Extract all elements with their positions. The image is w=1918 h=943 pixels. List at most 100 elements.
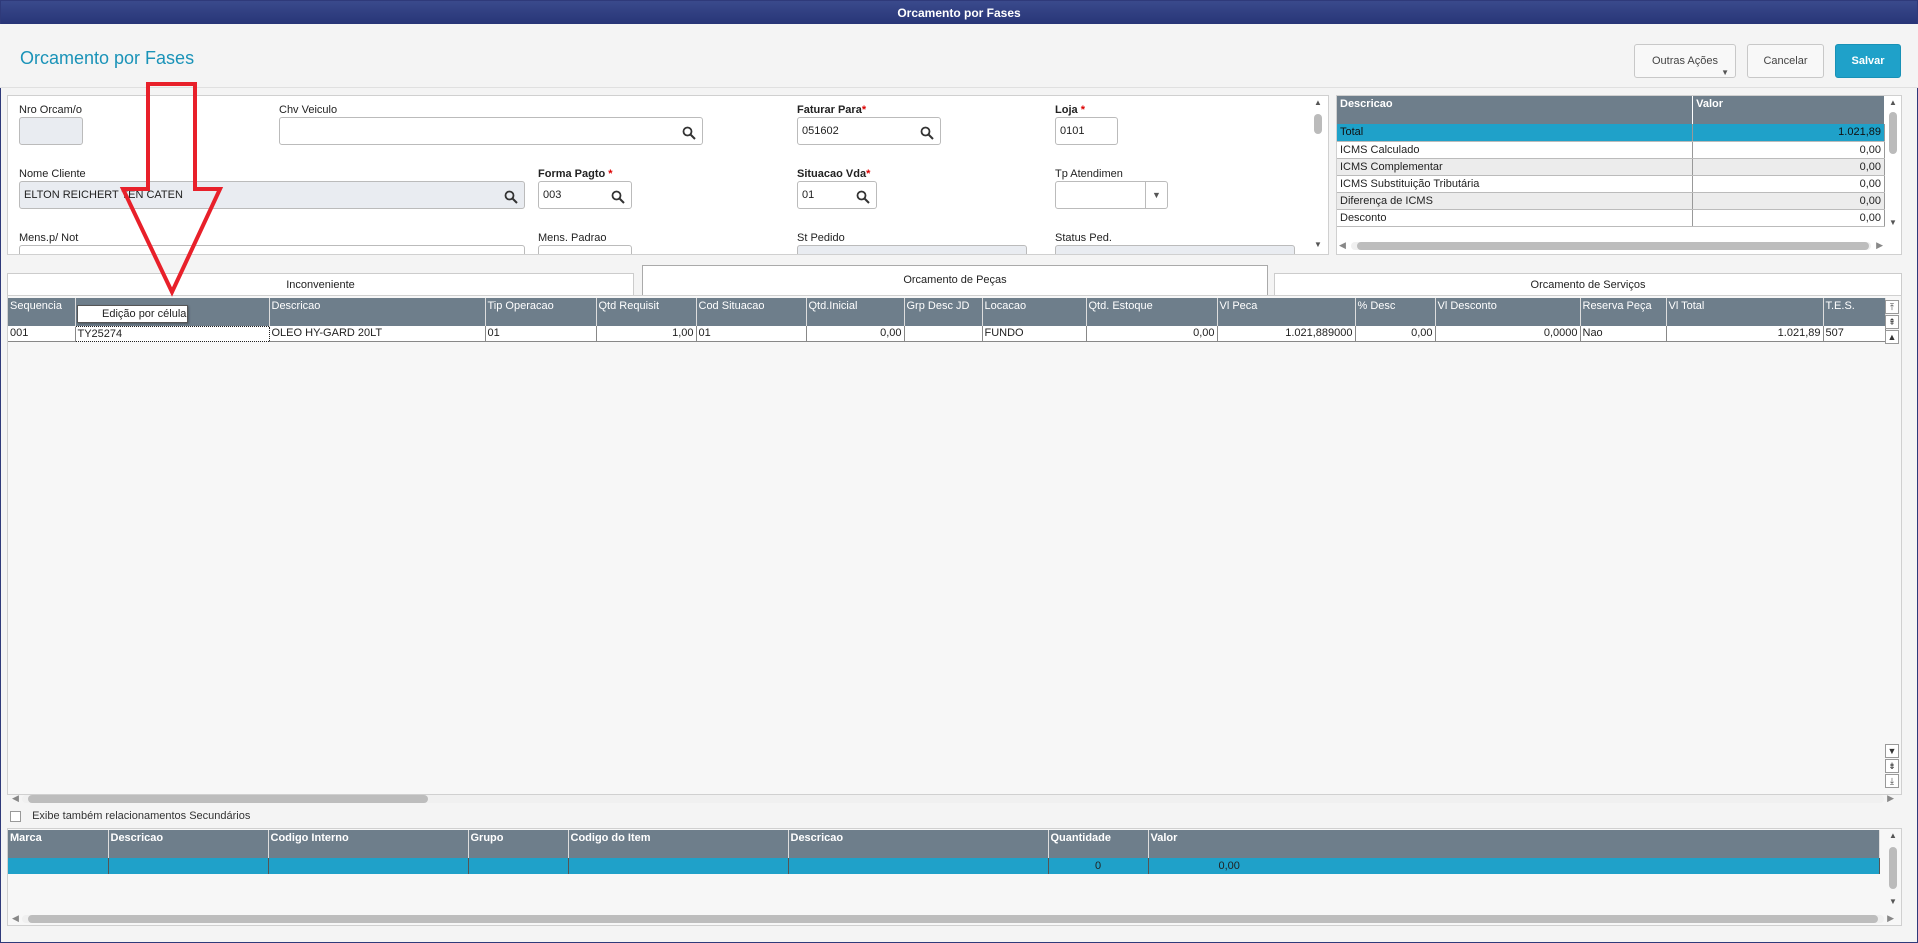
search-icon[interactable]	[611, 188, 625, 204]
search-icon[interactable]	[504, 188, 518, 204]
totals-hscrollbar[interactable]: ◀ ▶	[1337, 240, 1885, 252]
search-icon[interactable]	[920, 124, 934, 140]
col-grp-desc-jd[interactable]: Grp Desc JD	[904, 298, 983, 326]
scroll-right-icon[interactable]: ▶	[1876, 240, 1883, 251]
page-up-icon[interactable]: ⇞	[1885, 315, 1899, 329]
cell-descricao[interactable]: OLEO HY-GARD 20LT	[269, 326, 486, 342]
col-codigo-item[interactable]: Codigo do Item	[568, 830, 789, 858]
cell-grp-desc-jd[interactable]	[904, 326, 983, 342]
last-record-icon[interactable]: ⤓	[1885, 774, 1899, 788]
col-valor[interactable]: Valor	[1148, 830, 1880, 858]
scroll-left-icon[interactable]: ◀	[12, 793, 19, 804]
cell-tip-operacao[interactable]: 01	[485, 326, 597, 342]
scroll-thumb[interactable]	[1357, 242, 1869, 250]
checkbox[interactable]	[10, 810, 21, 822]
col-qtd-estoque[interactable]: Qtd. Estoque	[1086, 298, 1218, 326]
table-row[interactable]: ICMS Complementar 0,00	[1337, 158, 1885, 176]
cell-marca[interactable]	[8, 858, 109, 874]
scroll-left-icon[interactable]: ◀	[1339, 240, 1346, 251]
status-ped-field[interactable]	[1055, 245, 1295, 254]
scroll-left-icon[interactable]: ◀	[12, 913, 19, 924]
scroll-right-icon[interactable]: ▶	[1887, 793, 1894, 804]
col-vl-peca[interactable]: Vl Peca	[1217, 298, 1356, 326]
col-sequencia[interactable]: Sequencia	[8, 298, 76, 326]
cell-quantidade[interactable]: 0	[1048, 858, 1149, 874]
cell-desc-percent[interactable]: 0,00	[1355, 326, 1436, 342]
cell-tes[interactable]: 507	[1823, 326, 1886, 342]
table-row[interactable]: Diferença de ICMS 0,00	[1337, 192, 1885, 210]
cell-descricao[interactable]	[108, 858, 269, 874]
tab-inconveniente[interactable]: Inconveniente	[7, 273, 634, 295]
table-row[interactable]: 001 TY25274 OLEO HY-GARD 20LT 01 1,00 01…	[8, 325, 1886, 342]
loja-field[interactable]: 0101	[1055, 117, 1118, 145]
other-actions-button[interactable]: Outras Ações ▼	[1634, 44, 1736, 78]
mens-padrao-field[interactable]	[538, 245, 632, 254]
totals-header-descricao[interactable]: Descricao	[1337, 96, 1694, 124]
scroll-down-icon[interactable]: ▼	[1887, 897, 1899, 906]
cell-locacao[interactable]: FUNDO	[982, 326, 1087, 342]
form-scrollbar-thumb[interactable]	[1314, 114, 1322, 134]
col-qtd-requisit[interactable]: Qtd Requisit	[596, 298, 697, 326]
first-record-icon[interactable]: ⤒	[1885, 300, 1899, 314]
col-locacao[interactable]: Locacao	[982, 298, 1087, 326]
col-quantidade[interactable]: Quantidade	[1048, 830, 1149, 858]
search-icon[interactable]	[682, 124, 696, 140]
chv-veiculo-field[interactable]	[279, 117, 703, 145]
cell-codigo[interactable]: TY25274	[74, 325, 270, 342]
scroll-up-icon[interactable]: ▲	[1887, 98, 1899, 107]
cell-vl-desconto[interactable]: 0,0000	[1435, 326, 1581, 342]
scroll-thumb[interactable]	[28, 795, 428, 803]
table-row[interactable]: Desconto 0,00	[1337, 209, 1885, 227]
page-down-icon[interactable]: ⇟	[1885, 759, 1899, 773]
table-row[interactable]: ICMS Substituição Tributária 0,00	[1337, 175, 1885, 193]
secondary-relations-check[interactable]: Exibe também relacionamentos Secundários	[10, 810, 250, 826]
situacao-vda-field[interactable]: 01	[797, 181, 877, 209]
cell-sequencia[interactable]: 001	[8, 326, 76, 342]
nro-orcamento-field[interactable]	[19, 117, 83, 145]
totals-header-valor[interactable]: Valor	[1692, 96, 1885, 124]
cell-qtd-inicial[interactable]: 0,00	[806, 326, 905, 342]
scroll-up-icon[interactable]: ▲	[1887, 831, 1899, 840]
col-codigo-interno[interactable]: Codigo Interno	[268, 830, 469, 858]
related-scrollbar-thumb[interactable]	[1889, 847, 1897, 889]
col-desc-percent[interactable]: % Desc	[1355, 298, 1436, 326]
col-descricao[interactable]: Descricao	[269, 298, 486, 326]
cell-cod-situacao[interactable]: 01	[696, 326, 807, 342]
col-grupo[interactable]: Grupo	[468, 830, 569, 858]
col-descricao[interactable]: Descricao	[108, 830, 269, 858]
down-icon[interactable]: ▼	[1885, 744, 1899, 758]
tab-orcamento-pecas[interactable]: Orcamento de Peças	[642, 265, 1268, 295]
cell-grupo[interactable]	[468, 858, 569, 874]
scroll-thumb[interactable]	[28, 915, 1878, 923]
scroll-right-icon[interactable]: ▶	[1887, 913, 1894, 924]
tp-atendimen-select[interactable]: ▼	[1055, 181, 1168, 209]
col-reserva-peca[interactable]: Reserva Peça	[1580, 298, 1667, 326]
col-tes[interactable]: T.E.S.	[1823, 298, 1886, 326]
up-icon[interactable]: ▲	[1885, 330, 1899, 344]
cell-reserva-peca[interactable]: Nao	[1580, 326, 1667, 342]
cell-vl-peca[interactable]: 1.021,889000	[1217, 326, 1356, 342]
st-pedido-field[interactable]	[797, 245, 1027, 254]
save-button[interactable]: Salvar	[1835, 44, 1901, 78]
cell-codigo-item[interactable]	[568, 858, 789, 874]
table-row[interactable]: Total 1.021,89	[1337, 124, 1885, 142]
cell-vl-total[interactable]: 1.021,89	[1666, 326, 1824, 342]
grid-hscrollbar[interactable]: ◀ ▶	[8, 793, 1898, 805]
mens-not-field[interactable]	[19, 245, 525, 254]
tab-orcamento-servicos[interactable]: Orcamento de Serviços	[1274, 273, 1902, 295]
col-vl-desconto[interactable]: Vl Desconto	[1435, 298, 1581, 326]
col-cod-situacao[interactable]: Cod Situacao	[696, 298, 807, 326]
col-descricao-2[interactable]: Descricao	[788, 830, 1049, 858]
col-vl-total[interactable]: Vl Total	[1666, 298, 1824, 326]
search-icon[interactable]	[856, 188, 870, 204]
table-row[interactable]: 0 0,00	[8, 858, 1880, 874]
scroll-down-icon[interactable]: ▼	[1312, 240, 1324, 249]
scroll-up-icon[interactable]: ▲	[1312, 98, 1324, 107]
cell-qtd-requisit[interactable]: 1,00	[596, 326, 697, 342]
table-row[interactable]: ICMS Calculado 0,00	[1337, 141, 1885, 159]
related-hscrollbar[interactable]: ◀ ▶	[8, 913, 1898, 925]
col-qtd-inicial[interactable]: Qtd.Inicial	[806, 298, 905, 326]
forma-pagto-field[interactable]: 003	[538, 181, 632, 209]
chevron-down-icon[interactable]: ▼	[1145, 182, 1167, 208]
totals-scrollbar-thumb[interactable]	[1889, 112, 1897, 154]
